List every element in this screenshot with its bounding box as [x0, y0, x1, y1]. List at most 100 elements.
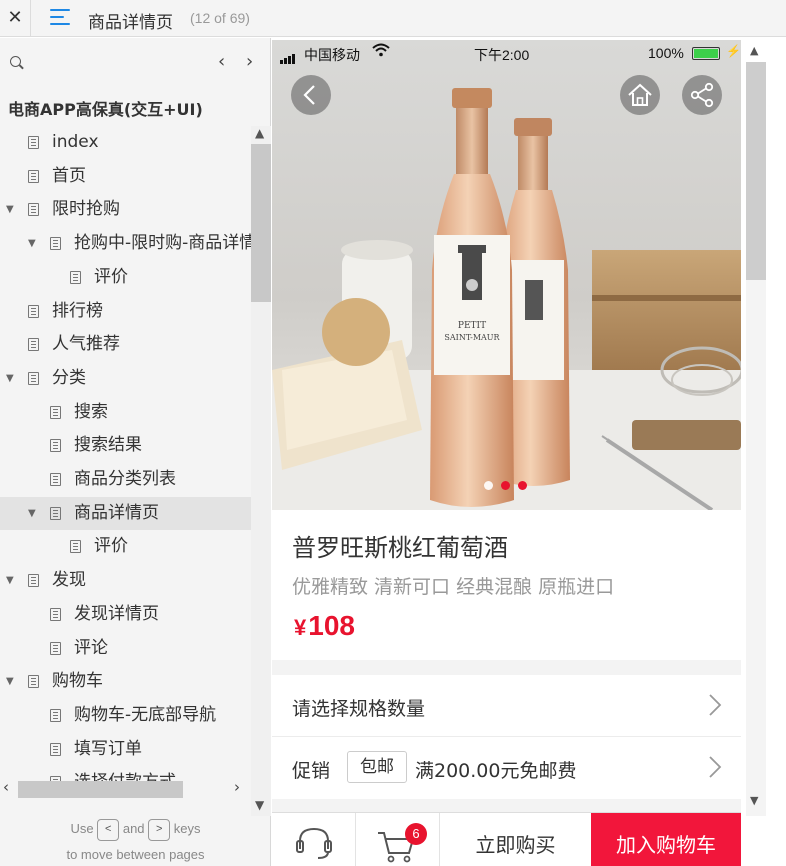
- sidebar-item-label: 发现详情页: [74, 603, 159, 624]
- page-icon: [70, 540, 81, 554]
- battery-icon: [692, 47, 720, 60]
- page-icon: [50, 742, 61, 756]
- sidebar-horizontal-scrollbar[interactable]: ‹ ›: [0, 778, 251, 798]
- previous-page-icon[interactable]: ‹: [218, 51, 225, 72]
- carousel-dot[interactable]: [501, 481, 510, 490]
- sidebar-item[interactable]: ▼ 抢购中-限时购-商品详情: [0, 227, 251, 260]
- spec-selector-row[interactable]: 请选择规格数量: [272, 675, 741, 737]
- expand-caret-icon[interactable]: ▼: [28, 497, 36, 530]
- expand-caret-icon[interactable]: ▼: [28, 227, 36, 260]
- sidebar-vertical-scrollbar[interactable]: ▲ ▼: [251, 126, 271, 816]
- spec-label: 请选择规格数量: [292, 698, 426, 720]
- sidebar-item[interactable]: 首页: [0, 160, 251, 193]
- product-name: 普罗旺斯桃红葡萄酒: [292, 534, 508, 562]
- scroll-up-icon[interactable]: ▲: [750, 44, 758, 57]
- sidebar-item[interactable]: 评论: [0, 632, 251, 665]
- home-button[interactable]: [620, 75, 660, 115]
- cart-count-badge: 6: [405, 823, 427, 845]
- page-icon: [50, 708, 61, 722]
- buy-now-button[interactable]: 立即购买: [440, 813, 591, 866]
- sidebar-item[interactable]: ▼ 限时抢购: [0, 193, 251, 226]
- home-icon: [628, 83, 652, 106]
- sidebar-item-label: 发现: [52, 570, 86, 591]
- bottom-action-bar: 6 立即购买 加入购物车: [272, 812, 741, 866]
- sidebar-item[interactable]: ▼ 分类: [0, 362, 251, 395]
- navigation-hint: Use < and > keys to move between pages: [0, 816, 271, 866]
- next-page-icon[interactable]: ›: [246, 51, 253, 72]
- share-icon: [690, 82, 714, 108]
- hint-text: Use: [70, 821, 94, 836]
- price-value: 108: [308, 610, 355, 641]
- page-icon: [50, 641, 61, 655]
- page-icon: [50, 473, 61, 486]
- sidebar-item-label: 商品详情页: [74, 502, 159, 523]
- hint-text: keys: [173, 821, 201, 836]
- sidebar-item[interactable]: 填写订单: [0, 733, 251, 766]
- chevron-left-icon: [303, 85, 315, 105]
- bottle-label-text: PETIT: [458, 321, 486, 331]
- page-icon: [28, 371, 39, 385]
- hint-text: to move between pages: [66, 847, 205, 862]
- page-title: 商品详情页: [88, 13, 173, 33]
- expand-caret-icon[interactable]: ▼: [6, 193, 14, 226]
- scroll-down-icon[interactable]: ▼: [750, 794, 758, 807]
- sidebar-item[interactable]: ▼ 发现: [0, 564, 251, 597]
- sidebar-item-label: 搜索: [74, 401, 108, 422]
- carrier-name: 中国移动: [304, 47, 360, 63]
- scroll-thumb[interactable]: [18, 781, 183, 798]
- product-info: 普罗旺斯桃红葡萄酒 优雅精致 清新可口 经典混酿 原瓶进口 ¥108: [272, 510, 741, 660]
- sidebar-item-label: 评价: [94, 536, 128, 557]
- carousel-indicator[interactable]: [484, 475, 535, 494]
- scroll-thumb[interactable]: [746, 62, 766, 280]
- wifi-icon: [372, 43, 390, 60]
- sidebar-item-label: 抢购中-限时购-商品详情: [74, 233, 251, 254]
- sidebar-item[interactable]: ▼ 商品详情页: [0, 496, 251, 530]
- scroll-up-icon[interactable]: ▲: [255, 126, 264, 140]
- sidebar-item-label: 限时抢购: [52, 199, 120, 220]
- page-icon: [28, 169, 39, 183]
- signal-icon: [280, 48, 296, 64]
- sidebar-item[interactable]: 商品分类列表: [0, 463, 251, 496]
- scroll-left-icon[interactable]: ‹: [3, 778, 9, 796]
- preview-vertical-scrollbar[interactable]: ▲ ▼: [741, 40, 786, 866]
- search-icon[interactable]: [10, 56, 21, 67]
- customer-service-button[interactable]: [272, 813, 356, 866]
- expand-caret-icon[interactable]: ▼: [6, 362, 14, 395]
- share-button[interactable]: [682, 75, 722, 115]
- sidebar-item[interactable]: 搜索: [0, 396, 251, 429]
- page-icon: [50, 439, 61, 453]
- sidebar-item[interactable]: index: [0, 126, 251, 159]
- sidebar-item-label: index: [52, 132, 99, 152]
- promotion-row[interactable]: 促销 包邮 满200.00元免邮费: [272, 737, 741, 799]
- chevron-right-icon: [708, 693, 722, 722]
- product-image-carousel[interactable]: PETIT SAINT-MAUR 中国移动 下午2:00 100% ⚡: [272, 40, 741, 510]
- next-key-icon: >: [148, 818, 171, 841]
- sidebar-item[interactable]: 评价: [0, 261, 251, 294]
- promotion-text: 满200.00元免邮费: [415, 760, 577, 782]
- scroll-thumb[interactable]: [251, 144, 271, 302]
- carousel-dot[interactable]: [518, 481, 527, 490]
- product-price: ¥108: [294, 610, 355, 642]
- expand-caret-icon[interactable]: ▼: [6, 665, 14, 698]
- sidebar-item[interactable]: 人气推荐: [0, 328, 251, 361]
- scroll-down-icon[interactable]: ▼: [255, 798, 264, 812]
- sidebar-item[interactable]: 评价: [0, 530, 251, 563]
- free-shipping-tag: 包邮: [347, 751, 407, 783]
- page-icon: [50, 237, 61, 251]
- sidebar-item[interactable]: 排行榜: [0, 295, 251, 328]
- scroll-right-icon[interactable]: ›: [234, 778, 240, 796]
- menu-icon[interactable]: [50, 9, 70, 27]
- carousel-dot[interactable]: [484, 481, 493, 490]
- sidebar-item[interactable]: ▼ 购物车: [0, 665, 251, 698]
- back-button[interactable]: [291, 75, 331, 115]
- sidebar-item[interactable]: 搜索结果: [0, 429, 251, 462]
- close-icon[interactable]: ✕: [0, 0, 30, 37]
- cart-icon: [378, 832, 415, 863]
- cart-button[interactable]: [356, 813, 440, 866]
- add-to-cart-button[interactable]: 加入购物车: [591, 813, 741, 866]
- expand-caret-icon[interactable]: ▼: [6, 564, 14, 597]
- product-subtitle: 优雅精致 清新可口 经典混酿 原瓶进口: [292, 576, 615, 598]
- sidebar-item-label: 搜索结果: [74, 435, 142, 456]
- sidebar-item[interactable]: 发现详情页: [0, 598, 251, 631]
- sidebar-item[interactable]: 购物车-无底部导航: [0, 699, 251, 732]
